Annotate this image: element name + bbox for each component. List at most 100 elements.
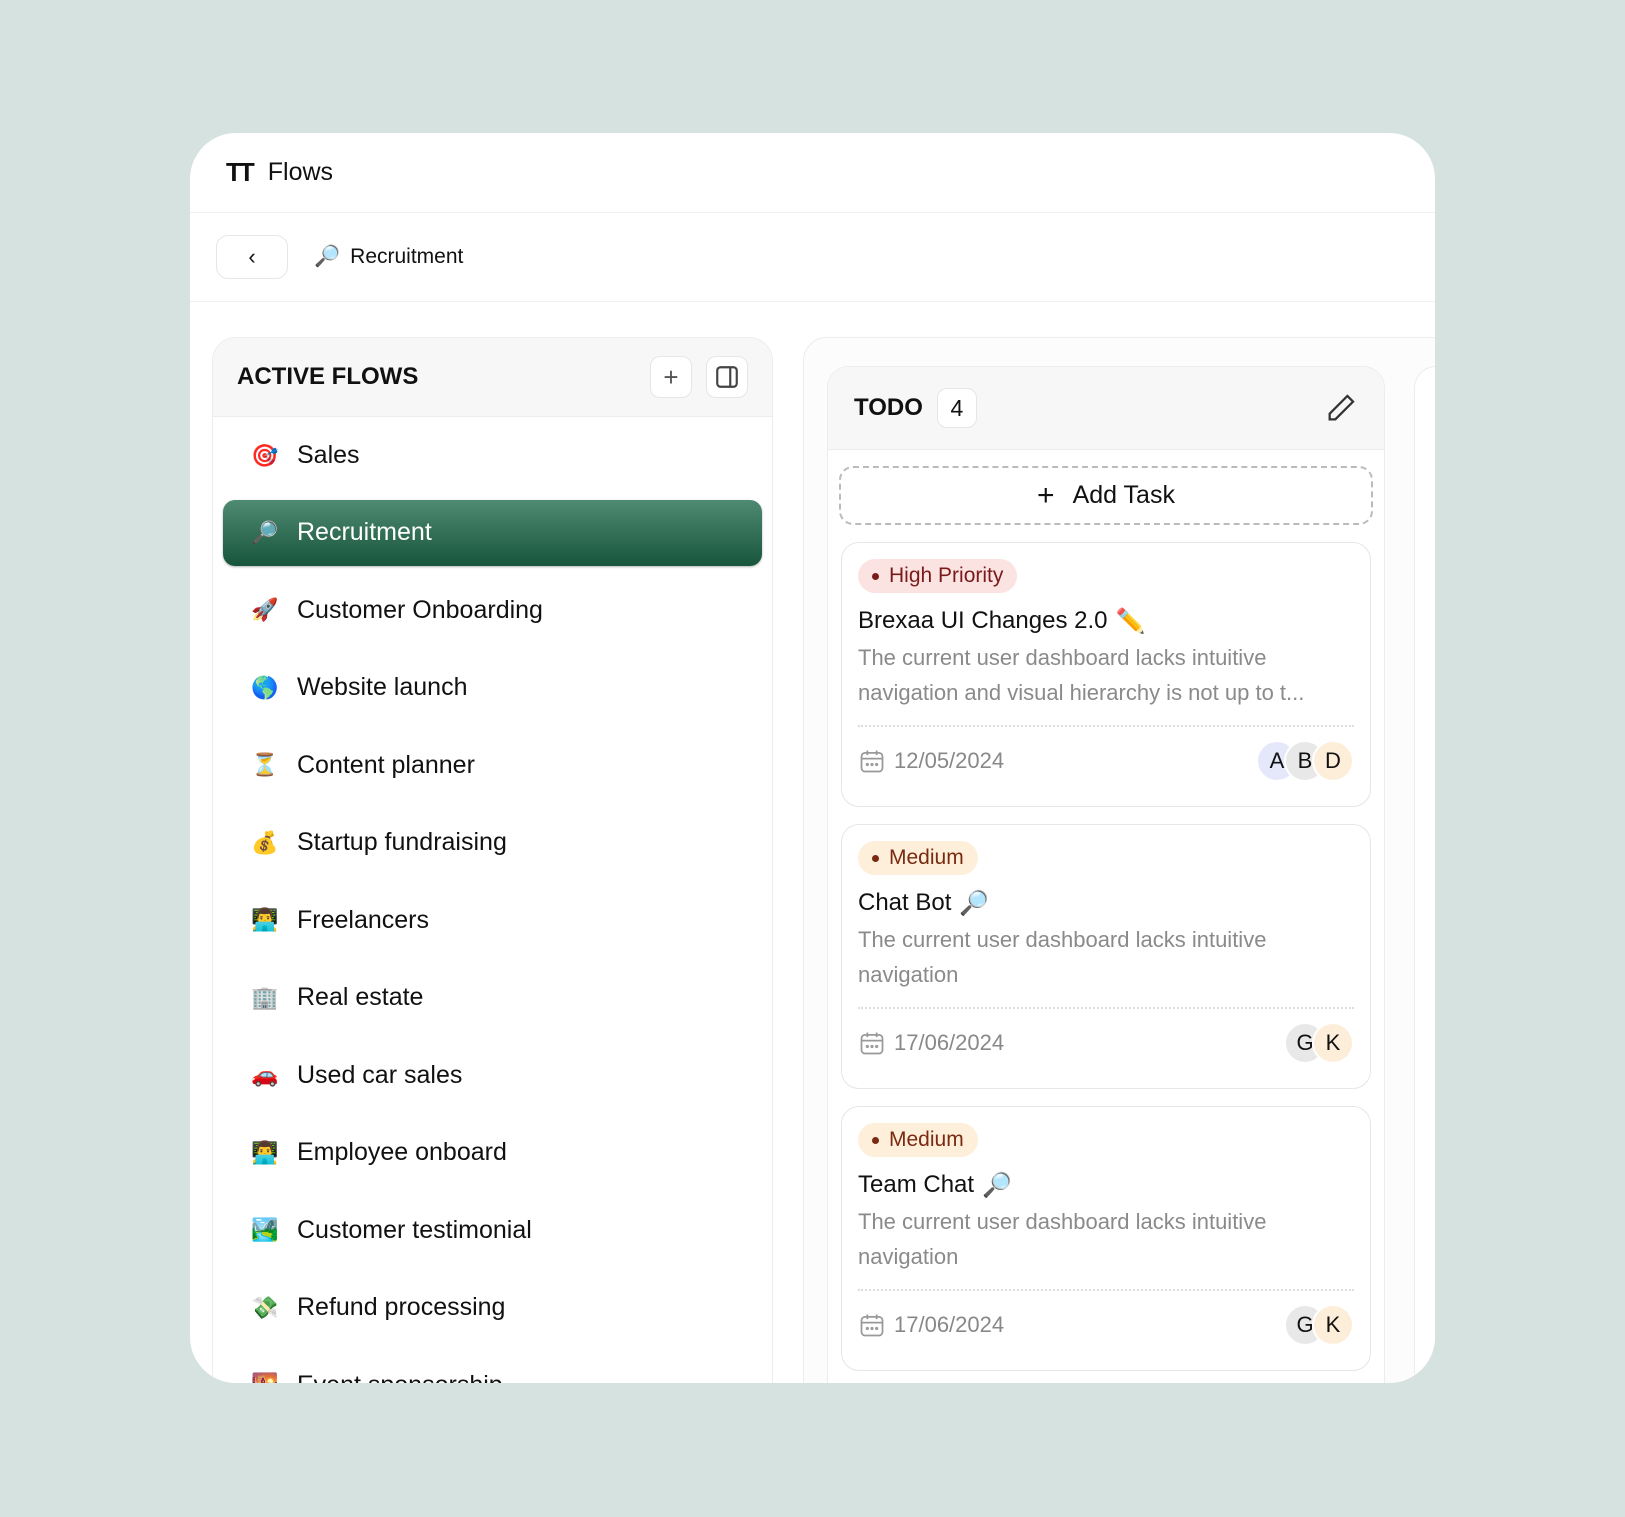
- flow-emoji-icon: 🏢: [251, 984, 279, 1010]
- dot-icon: [872, 572, 879, 580]
- panel-title: ACTIVE FLOWS: [237, 363, 419, 390]
- priority-label: Medium: [889, 1128, 964, 1151]
- sidebar-item-label: Real estate: [297, 983, 424, 1012]
- priority-label: High Priority: [889, 564, 1004, 587]
- sidebar-item-label: Website launch: [297, 673, 468, 702]
- flow-emoji-icon: ⏳: [251, 752, 279, 778]
- avatar[interactable]: D: [1312, 740, 1354, 782]
- flow-emoji-icon: 🚀: [251, 597, 279, 623]
- task-count-badge: 4: [936, 388, 977, 428]
- task-title-text: Brexaa UI Changes 2.0: [858, 607, 1108, 634]
- sidebar-item-label: Recruitment: [297, 518, 432, 546]
- due-date-text: 17/06/2024: [894, 1030, 1005, 1055]
- flow-emoji-icon: 🌎: [251, 674, 279, 700]
- add-task-label: Add Task: [1072, 481, 1175, 509]
- task-description: The current user dashboard lacks intuiti…: [858, 927, 1267, 987]
- sidebar-item[interactable]: 🏢 Real estate: [213, 959, 772, 1037]
- flow-emoji-icon: 💸: [251, 1294, 279, 1320]
- flow-emoji-icon: 🚗: [251, 1062, 279, 1088]
- flow-emoji-icon: 👨‍💻: [251, 907, 279, 933]
- priority-badge: High Priority: [858, 559, 1018, 593]
- dot-icon: [872, 854, 879, 862]
- breadcrumb-label: Recruitment: [350, 245, 464, 268]
- edit-pencil-icon[interactable]: [1324, 391, 1358, 425]
- calendar-icon: [860, 1314, 884, 1337]
- task-title-text: Team Chat: [858, 1171, 975, 1198]
- back-button[interactable]: ‹: [216, 235, 288, 279]
- task-emoji-icon: 🔎: [982, 1172, 1012, 1199]
- assignee-avatars: GK: [1284, 1304, 1354, 1346]
- due-date: 12/05/2024: [858, 747, 1004, 775]
- magnifier-icon: 🔎: [314, 245, 341, 268]
- priority-badge: Medium: [858, 841, 978, 875]
- sidebar-item[interactable]: 💸 Refund processing: [213, 1269, 772, 1347]
- avatar[interactable]: K: [1312, 1022, 1354, 1064]
- board: TODO 4 + Add Task High Priority Brexaa U…: [803, 337, 1435, 1383]
- chevron-left-icon: ‹: [248, 244, 256, 269]
- flow-emoji-icon: 🎯: [251, 442, 279, 468]
- task-description: The current user dashboard lacks intuiti…: [858, 1209, 1267, 1269]
- sidebar-item[interactable]: 🌇 Event sponsorship: [213, 1347, 772, 1383]
- sidebar-panel-icon: [716, 366, 738, 388]
- sidebar-item-label: Event sponsorship: [297, 1371, 503, 1383]
- due-date: 17/06/2024: [858, 1029, 1004, 1057]
- sidebar-item[interactable]: 👨‍💻 Employee onboard: [213, 1114, 772, 1192]
- task-title: Team Chat 🔎: [858, 1171, 1354, 1200]
- dot-icon: [872, 1136, 879, 1144]
- task-title-text: Chat Bot: [858, 889, 952, 916]
- plus-icon: +: [1037, 478, 1055, 512]
- sidebar-item[interactable]: 🎯 Sales: [213, 417, 772, 495]
- breadcrumb-current: 🔎 Recruitment: [314, 245, 463, 269]
- add-flow-button[interactable]: +: [650, 356, 692, 398]
- flow-emoji-icon: 🌇: [251, 1372, 279, 1383]
- priority-badge: Medium: [858, 1123, 978, 1157]
- next-column: [1414, 366, 1435, 1383]
- column-todo: TODO 4 + Add Task High Priority Brexaa U…: [827, 366, 1385, 1383]
- add-task-button[interactable]: + Add Task: [839, 466, 1373, 525]
- assignee-avatars: ABD: [1256, 740, 1354, 782]
- sidebar-item-label: Content planner: [297, 750, 475, 779]
- task-title: Brexaa UI Changes 2.0 ✏️: [858, 607, 1354, 636]
- avatar[interactable]: K: [1312, 1304, 1354, 1346]
- flow-emoji-icon: 👨‍💻: [251, 1139, 279, 1165]
- sidebar-item-label: Employee onboard: [297, 1138, 507, 1167]
- task-emoji-icon: ✏️: [1115, 608, 1146, 635]
- due-date: 17/06/2024: [858, 1311, 1004, 1339]
- column-title: TODO: [854, 394, 923, 421]
- due-date-text: 12/05/2024: [894, 748, 1005, 773]
- app-window: TT Flows ‹ 🔎 Recruitment ACTIVE FLOWS + …: [190, 133, 1435, 1383]
- due-date-text: 17/06/2024: [894, 1312, 1005, 1337]
- app-title: Flows: [267, 158, 334, 186]
- task-card[interactable]: Medium Chat Bot 🔎 The current user dashbo…: [841, 824, 1371, 1089]
- sidebar-item[interactable]: 🚗 Used car sales: [213, 1037, 772, 1115]
- sidebar-item-label: Customer testimonial: [297, 1215, 532, 1244]
- calendar-icon: [860, 750, 884, 773]
- sidebar-item-label: Startup fundraising: [297, 828, 507, 857]
- title-bar: TT Flows: [190, 133, 1435, 213]
- flows-logo-icon: TT: [226, 157, 255, 187]
- sidebar-item-label: Refund processing: [297, 1293, 506, 1322]
- sidebar-item[interactable]: 🚀 Customer Onboarding: [213, 572, 772, 650]
- calendar-icon: [860, 1032, 884, 1055]
- sidebar-item[interactable]: 💰 Startup fundraising: [213, 804, 772, 882]
- flow-emoji-icon: 🏞️: [251, 1217, 279, 1243]
- toggle-sidebar-button[interactable]: [706, 356, 748, 398]
- active-flows-panel: ACTIVE FLOWS + 🎯 Sales 🔎 Recruitment 🚀 C…: [212, 337, 773, 1383]
- flow-emoji-icon: 💰: [251, 829, 279, 855]
- task-card[interactable]: Medium Team Chat 🔎 The current user dashb…: [841, 1106, 1371, 1371]
- sidebar-item[interactable]: 🔎 Recruitment: [223, 499, 762, 566]
- sidebar-item[interactable]: 🏞️ Customer testimonial: [213, 1192, 772, 1270]
- sidebar-item[interactable]: 👨‍💻 Freelancers: [213, 882, 772, 960]
- task-emoji-icon: 🔎: [959, 890, 990, 917]
- priority-label: Medium: [889, 846, 964, 869]
- task-title: Chat Bot 🔎: [858, 889, 1354, 918]
- sidebar-item[interactable]: 🌎 Website launch: [213, 649, 772, 727]
- task-card[interactable]: High Priority Brexaa UI Changes 2.0 ✏️ Th…: [841, 542, 1371, 807]
- flow-emoji-icon: 🔎: [251, 519, 279, 545]
- assignee-avatars: GK: [1284, 1022, 1354, 1064]
- sidebar-item-label: Used car sales: [297, 1060, 463, 1089]
- sidebar-item-label: Customer Onboarding: [297, 595, 543, 624]
- sidebar-item[interactable]: ⏳ Content planner: [213, 727, 772, 805]
- sidebar-item-label: Sales: [297, 441, 360, 470]
- plus-icon: +: [663, 361, 679, 392]
